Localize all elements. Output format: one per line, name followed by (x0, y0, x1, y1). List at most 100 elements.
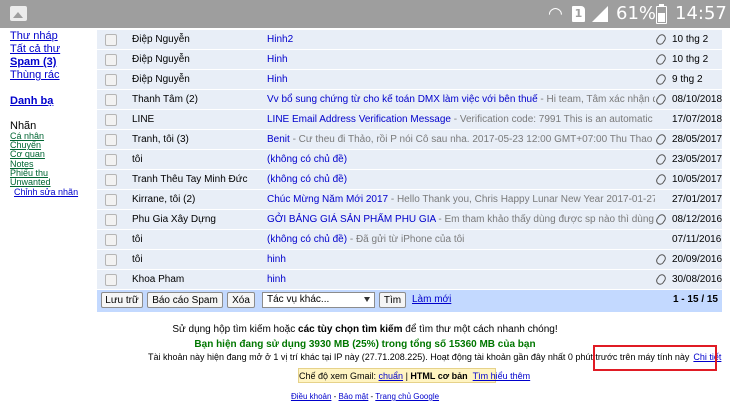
paperclip-icon (654, 32, 668, 47)
message-row[interactable]: Thanh Tâm (2) Vv bổ sung chứng từ cho kế… (97, 90, 722, 109)
message-date: 27/01/2017 (672, 194, 722, 205)
message-sender: Điệp Nguyễn (132, 54, 190, 65)
message-sender: Khoa Pham (132, 274, 185, 285)
sidebar-item-spam[interactable]: Spam (3) (10, 56, 92, 69)
message-date: 10/05/2017 (672, 174, 722, 185)
row-checkbox[interactable] (105, 54, 117, 66)
message-date: 28/05/2017 (672, 134, 722, 145)
message-snippet: - Đã gửi từ iPhone của tôi (347, 234, 465, 245)
message-row[interactable]: LINE LINE Email Address Verification Mes… (97, 110, 722, 129)
message-row[interactable]: Điệp Nguyễn Hinh 10 thg 2 (97, 50, 722, 69)
learn-more-link[interactable]: Tìm hiểu thêm (473, 371, 531, 381)
message-row[interactable]: tôi (không có chủ đề) - Đã gửi từ iPhone… (97, 230, 722, 249)
more-actions-select[interactable]: Tác vụ khác... (262, 292, 375, 308)
label-link[interactable]: Unwanted (10, 177, 92, 187)
edit-labels-link[interactable]: Chỉnh sửa nhãn (14, 187, 92, 197)
footer-separator: - (331, 392, 339, 401)
footer-links: Điều khoản - Bảo mật - Trang chủ Google (0, 392, 730, 401)
message-snippet: - Cư theu đi Thảo, rồi P nói Cô sau nha.… (289, 134, 653, 145)
view-basic-html: HTML cơ bản (410, 371, 468, 381)
message-date: 30/08/2016 (672, 274, 722, 285)
message-snippet: - Verification code: 7991 This is an aut… (450, 114, 653, 125)
view-label: Chế độ xem Gmail: (299, 371, 379, 381)
message-sender: Thanh Tâm (2) (132, 94, 198, 105)
message-sender: tôi (132, 234, 143, 245)
pagination-count: 1 - 15 / 15 (672, 294, 718, 305)
row-checkbox[interactable] (105, 134, 117, 146)
clock: 14:57 (675, 3, 727, 24)
message-subject-link[interactable]: Hinh (267, 54, 288, 65)
sidebar-item-drafts[interactable]: Thư nháp (10, 30, 92, 43)
message-subject-link[interactable]: Vv bổ sung chứng từ cho kế toán DMX làm … (267, 94, 538, 105)
message-subject-link[interactable]: (không có chủ đề) (267, 234, 347, 245)
privacy-link[interactable]: Bảo mật (339, 392, 369, 401)
row-checkbox[interactable] (105, 254, 117, 266)
message-row[interactable]: Phu Gia Xây Dựng GỞI BẢNG GIÁ SẢN PHẨM P… (97, 210, 722, 229)
gmail-view-bar: Chế độ xem Gmail: chuẩn | HTML cơ bản Tì… (298, 368, 530, 383)
message-subject-link[interactable]: hinh (267, 274, 286, 285)
message-sender: Điệp Nguyễn (132, 74, 190, 85)
battery-icon (656, 4, 667, 24)
report-spam-button[interactable]: Báo cáo Spam (147, 292, 223, 308)
message-row[interactable]: tôi hinh 20/09/2016 (97, 250, 722, 269)
row-checkbox[interactable] (105, 34, 117, 46)
go-button[interactable]: Tìm (379, 292, 406, 308)
row-checkbox[interactable] (105, 174, 117, 186)
message-row[interactable]: Khoa Pham hinh 30/08/2016 (97, 270, 722, 289)
message-sender: Tranh, tôi (3) (132, 134, 189, 145)
message-subject-link[interactable]: Chúc Mừng Năm Mới 2017 (267, 194, 388, 205)
message-date: 08/10/2018 (672, 94, 722, 105)
paperclip-icon (654, 272, 668, 287)
row-checkbox[interactable] (105, 94, 117, 106)
highlight-box (593, 345, 717, 371)
message-subject-link[interactable]: Hinh (267, 74, 288, 85)
row-checkbox[interactable] (105, 114, 117, 126)
message-subject-link[interactable]: GỞI BẢNG GIÁ SẢN PHẨM PHU GIA (267, 214, 436, 225)
message-row[interactable]: Điệp Nguyễn Hinh 9 thg 2 (97, 70, 722, 89)
message-subject-link[interactable]: Benit (267, 134, 290, 145)
refresh-link[interactable]: Làm mới (412, 294, 451, 305)
message-row[interactable]: Tranh Thêu Tay Minh Đức (không có chủ đề… (97, 170, 722, 189)
message-subject-link[interactable]: (không có chủ đề) (267, 174, 347, 185)
message-sender: LINE (132, 114, 155, 125)
message-subject-link[interactable]: (không có chủ đề) (267, 154, 347, 165)
row-checkbox[interactable] (105, 274, 117, 286)
more-actions-value: Tác vụ khác... (267, 294, 330, 305)
sidebar: Thư nháp Tất cả thư Spam (3) Thùng rác D… (10, 30, 92, 197)
terms-link[interactable]: Điều khoản (291, 392, 331, 401)
signal-icon (592, 6, 608, 22)
view-standard-link[interactable]: chuẩn (379, 371, 404, 381)
sidebar-item-all-mail[interactable]: Tất cả thư (10, 43, 92, 56)
row-checkbox[interactable] (105, 214, 117, 226)
row-checkbox[interactable] (105, 194, 117, 206)
message-subject-link[interactable]: hinh (267, 254, 286, 265)
google-home-link[interactable]: Trang chủ Google (375, 392, 439, 401)
message-row[interactable]: tôi (không có chủ đề) 23/05/2017 (97, 150, 722, 169)
message-row[interactable]: Điệp Nguyễn Hinh2 10 thg 2 (97, 30, 722, 49)
row-checkbox[interactable] (105, 234, 117, 246)
archive-button[interactable]: Lưu trữ (101, 292, 143, 308)
row-checkbox[interactable] (105, 154, 117, 166)
message-sender: tôi (132, 154, 143, 165)
row-checkbox[interactable] (105, 74, 117, 86)
paperclip-icon (654, 72, 668, 87)
message-date: 07/11/2016 (672, 234, 722, 245)
paperclip-icon (654, 172, 668, 187)
paperclip-icon (654, 52, 668, 67)
message-snippet: - Hi team, Tâm xác nhận đã (537, 94, 655, 105)
search-tip: Sử dụng hộp tìm kiếm hoặc các tùy chọn t… (0, 324, 730, 335)
action-bar: Lưu trữ Báo cáo Spam Xóa Tác vụ khác... … (97, 290, 722, 312)
message-subject-link[interactable]: LINE Email Address Verification Message (267, 114, 451, 125)
search-tip-suffix: để tìm thư một cách nhanh chóng! (402, 324, 558, 335)
message-row[interactable]: Tranh, tôi (3) Benit - Cư theu đi Thảo, … (97, 130, 722, 149)
paperclip-icon (654, 212, 668, 227)
message-date: 10 thg 2 (672, 54, 709, 65)
sidebar-item-trash[interactable]: Thùng rác (10, 69, 92, 82)
paperclip-icon (654, 92, 668, 107)
message-subject-link[interactable]: Hinh2 (267, 34, 293, 45)
paperclip-icon (654, 152, 668, 167)
delete-button[interactable]: Xóa (227, 292, 255, 308)
sidebar-item-contacts[interactable]: Danh bạ (10, 95, 92, 108)
message-row[interactable]: Kirrane, tôi (2) Chúc Mừng Năm Mới 2017 … (97, 190, 722, 209)
message-snippet: - Hello Thank you, Chris Happy Lunar New… (390, 194, 655, 205)
